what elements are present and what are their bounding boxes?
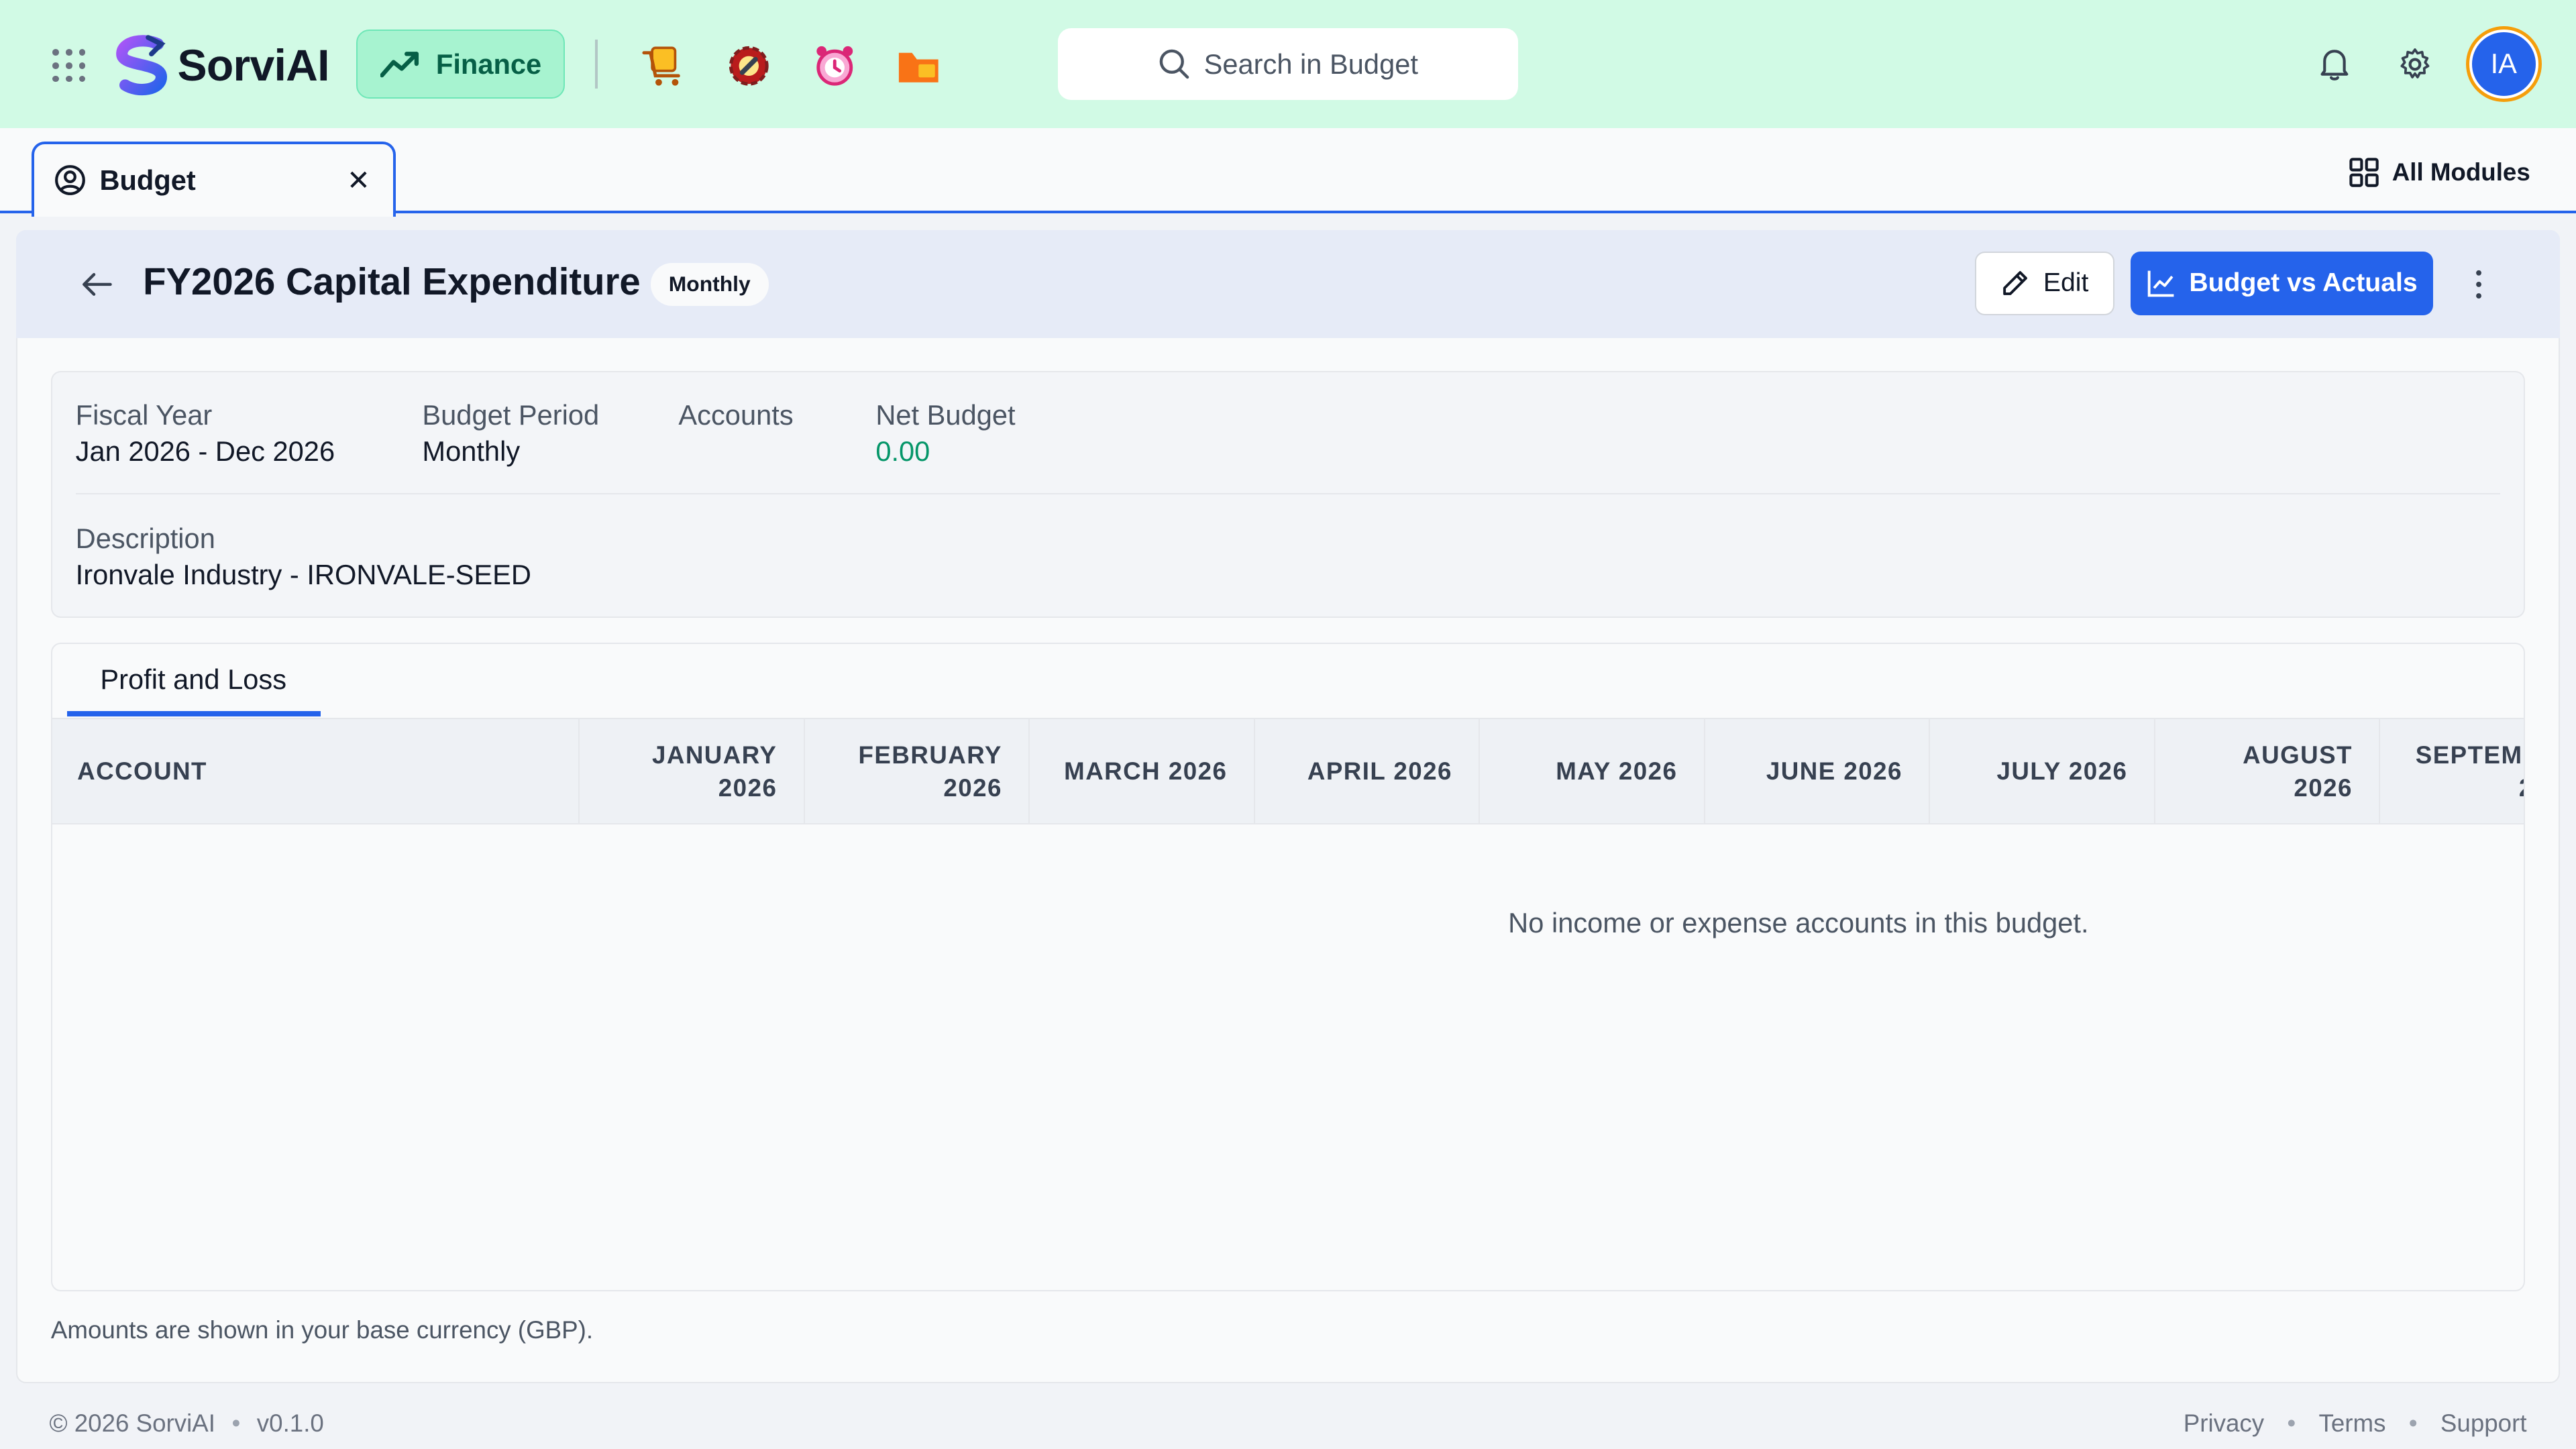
tab-label: Budget: [99, 164, 196, 196]
column-header-apr[interactable]: APRIL 2026: [1253, 719, 1479, 824]
line-chart-icon: [2147, 271, 2174, 297]
budget-vs-actuals-button[interactable]: Budget vs Actuals: [2131, 251, 2433, 316]
brand-s-icon: [115, 35, 167, 96]
edit-button[interactable]: Edit: [1974, 251, 2114, 316]
gear-icon[interactable]: [2397, 46, 2433, 89]
bva-label: Budget vs Actuals: [2189, 268, 2418, 298]
finance-label: Finance: [435, 48, 542, 80]
privacy-link[interactable]: Privacy: [2184, 1409, 2264, 1438]
cart-box-icon[interactable]: [641, 43, 687, 89]
avatar-initials: IA: [2469, 30, 2538, 99]
brand-logo[interactable]: SorviAI: [112, 33, 330, 99]
version: v0.1.0: [256, 1409, 324, 1438]
folder-icon[interactable]: [896, 43, 942, 89]
user-circle-icon: [54, 165, 85, 196]
column-header-jun[interactable]: JUNE 2026: [1703, 719, 1929, 824]
footer-left: © 2026 SorviAI • v0.1.0: [49, 1409, 323, 1438]
description-label: Description: [75, 522, 215, 554]
period-badge: Monthly: [650, 262, 769, 306]
support-link[interactable]: Support: [2440, 1409, 2527, 1438]
column-header-jul[interactable]: JULY 2026: [1929, 719, 2154, 824]
column-header-aug[interactable]: AUGUST 2026: [2153, 719, 2379, 824]
search-icon: [1159, 49, 1189, 79]
column-header-may[interactable]: MAY 2026: [1479, 719, 1704, 824]
active-tab-indicator: [67, 711, 321, 716]
currency-note: Amounts are shown in your base currency …: [50, 1316, 594, 1344]
footer-separator: •: [2287, 1409, 2296, 1438]
edit-label: Edit: [2043, 268, 2089, 298]
description-value: Ironvale Industry - IRONVALE-SEED: [75, 558, 531, 590]
trending-up-icon: [380, 52, 419, 78]
tab-profit-and-loss[interactable]: Profit and Loss: [100, 663, 286, 696]
finance-module-button[interactable]: Finance: [356, 30, 566, 99]
search-placeholder: Search in Budget: [1203, 48, 1418, 80]
table-header: ACCOUNT JANUARY 2026 FEBRUARY 2026 MARCH…: [52, 718, 2524, 825]
alarm-clock-icon[interactable]: [812, 43, 858, 89]
column-header-jan[interactable]: JANUARY 2026: [578, 719, 804, 824]
all-modules-label: All Modules: [2392, 158, 2530, 186]
footer-links: Privacy • Terms • Support: [2184, 1409, 2527, 1438]
column-header-mar[interactable]: MARCH 2026: [1028, 719, 1254, 824]
terms-link[interactable]: Terms: [2319, 1409, 2386, 1438]
more-vertical-icon[interactable]: [2464, 266, 2493, 309]
brand-name: SorviAI: [177, 40, 329, 91]
copyright: © 2026 SorviAI: [49, 1409, 215, 1438]
column-header-sep[interactable]: SEPTEMBER 2026: [2379, 719, 2524, 824]
pencil-icon: [2003, 271, 2028, 296]
budget-period-value: Monthly: [422, 435, 521, 467]
gear-wrench-icon[interactable]: [726, 43, 772, 89]
avatar[interactable]: IA: [2465, 26, 2542, 102]
info-divider: [75, 492, 2501, 495]
footer-separator: •: [2408, 1409, 2418, 1438]
toolbar-divider: [594, 39, 598, 89]
apps-grid-icon[interactable]: [52, 49, 86, 83]
column-header-feb[interactable]: FEBRUARY 2026: [803, 719, 1029, 824]
page-title: FY2026 Capital Expenditure: [143, 260, 641, 303]
tab-budget[interactable]: Budget ✕: [31, 141, 396, 217]
modules-grid-icon: [2349, 158, 2379, 187]
back-arrow-icon[interactable]: [79, 266, 115, 309]
empty-state-message: No income or expense accounts in this bu…: [1508, 906, 2089, 938]
accounts-label: Accounts: [678, 399, 794, 431]
net-budget-value: 0.00: [875, 435, 930, 467]
all-modules-button[interactable]: All Modules: [2349, 154, 2530, 191]
footer-separator: •: [231, 1409, 241, 1438]
fiscal-year-value: Jan 2026 - Dec 2026: [75, 435, 335, 467]
column-header-account[interactable]: ACCOUNT: [52, 719, 578, 823]
net-budget-label: Net Budget: [875, 399, 1016, 431]
search-input[interactable]: Search in Budget: [1058, 28, 1518, 101]
fiscal-year-label: Fiscal Year: [75, 399, 213, 431]
close-icon[interactable]: ✕: [347, 164, 370, 197]
bell-icon[interactable]: [2316, 46, 2353, 89]
budget-period-label: Budget Period: [422, 399, 600, 431]
